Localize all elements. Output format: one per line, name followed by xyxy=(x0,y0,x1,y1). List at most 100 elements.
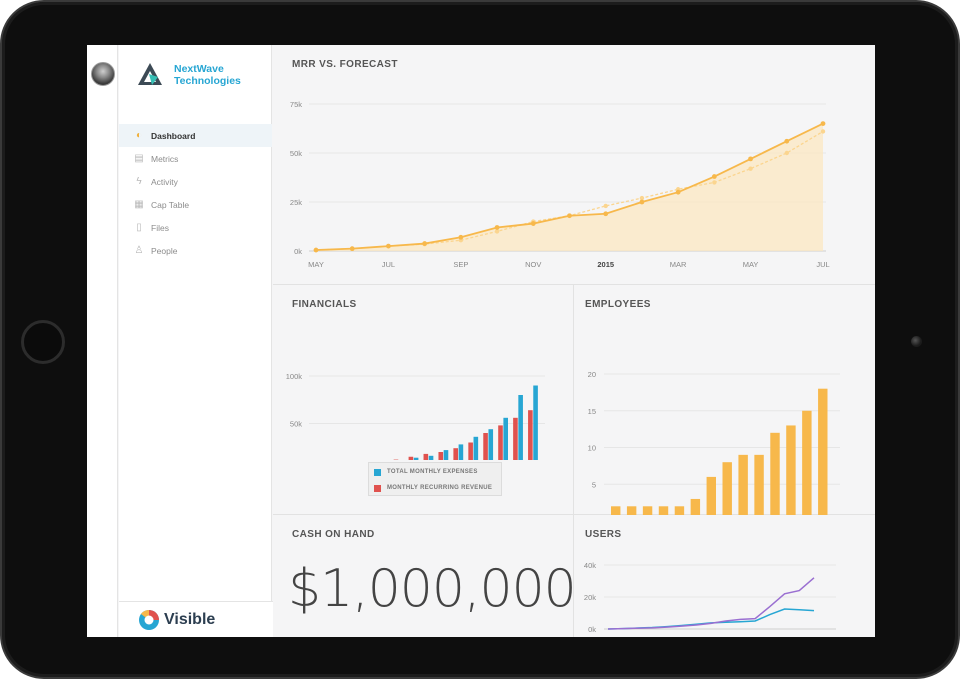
panel-title: CASH ON HAND xyxy=(292,529,375,540)
revenue-bar xyxy=(483,433,488,460)
actual-point xyxy=(820,121,826,126)
expense-bar xyxy=(533,385,538,460)
expense-bar xyxy=(473,436,479,460)
y-tick-label: 40k xyxy=(584,561,596,570)
revenue-bar xyxy=(468,442,473,460)
y-tick-label: 0k xyxy=(294,247,302,256)
expense-bar xyxy=(443,450,449,460)
actual-point xyxy=(748,156,753,162)
employee-bar xyxy=(658,506,669,515)
y-tick-label: 75k xyxy=(290,100,302,109)
x-tick-label: MAY xyxy=(308,260,324,269)
employees-panel: EMPLOYEES 05101520JUNSEP2015MAY xyxy=(574,285,875,515)
avatar[interactable] xyxy=(91,62,115,86)
forecast-point xyxy=(820,129,826,134)
y-tick-label: 100k xyxy=(286,372,303,381)
sidebar-item-label: Activity xyxy=(151,176,178,187)
expense-bar xyxy=(428,455,434,460)
expense-bar xyxy=(458,444,464,460)
company-logo-icon xyxy=(138,63,162,85)
sidebar-item-label: People xyxy=(151,245,178,256)
employee-bar xyxy=(754,454,764,515)
users-series-b-line xyxy=(607,608,815,630)
dashboard-icon: ◐ xyxy=(135,130,143,141)
file-icon: ▯ xyxy=(136,222,142,233)
actual-point xyxy=(386,243,391,249)
x-tick-label: MAR xyxy=(670,260,687,269)
x-tick-label: NOV xyxy=(525,260,541,269)
user-rail xyxy=(87,45,118,637)
tablet-frame: NextWave Technologies ◐ Dashboard ▤ Metr… xyxy=(0,0,960,679)
cash-panel: CASH ON HAND $1,000,000. xyxy=(273,515,592,637)
actual-point xyxy=(458,234,464,240)
forecast-point xyxy=(784,150,789,156)
brand-name: Visible xyxy=(164,610,216,628)
actual-point xyxy=(784,138,790,144)
table-icon: ▦ xyxy=(134,199,144,210)
employee-bar xyxy=(738,454,748,515)
actual-point xyxy=(349,246,355,252)
users-series-a-line xyxy=(607,577,815,630)
actual-point xyxy=(711,174,717,179)
employees-chart: 05101520JUNSEP2015MAY xyxy=(588,370,840,515)
financials-legend: TOTAL MONTHLY EXPENSES MONTHLY RECURRING… xyxy=(368,462,502,496)
forecast-point xyxy=(748,166,753,171)
sidebar-nav: ◐ Dashboard ▤ Metrics ϟ Activity ▦ Cap T… xyxy=(119,124,272,262)
revenue-bar xyxy=(408,456,414,460)
legend-swatch xyxy=(374,484,381,492)
revenue-bar xyxy=(438,452,444,460)
financials-panel: FINANCIALS 0k50k100kMAYSEP2015MAY TOTAL … xyxy=(273,285,573,515)
mrr-panel: MRR VS. FORECAST 0k 25k 50k 75k MAY JUL SEP NOV… xyxy=(273,45,875,285)
users-chart: 0k 20k 40k xyxy=(584,561,836,634)
revenue-bar xyxy=(423,453,429,460)
employee-bar xyxy=(706,476,716,515)
x-tick-label: 2015 xyxy=(597,260,614,269)
mrr-chart: 0k 25k 50k 75k MAY JUL SEP NOV 2015 MAR MAY JUL xyxy=(290,100,830,269)
revenue-bar xyxy=(528,410,533,460)
sidebar-item-label: Dashboard xyxy=(151,130,196,141)
people-icon: ♙ xyxy=(134,245,144,256)
camera-icon xyxy=(911,336,922,347)
expense-bar xyxy=(488,429,494,460)
legend-label: MONTHLY RECURRING REVENUE xyxy=(387,485,493,491)
actual-point xyxy=(567,213,572,219)
x-tick-label: SEP xyxy=(453,260,468,269)
expense-bar xyxy=(518,395,523,460)
y-tick-label: 10 xyxy=(588,444,596,453)
visible-logo-icon xyxy=(139,609,159,630)
y-tick-label: 25k xyxy=(290,198,302,207)
actual-point xyxy=(675,189,681,195)
lightning-icon: ϟ xyxy=(136,176,142,187)
actual-point xyxy=(313,247,319,253)
app-screen: NextWave Technologies ◐ Dashboard ▤ Metr… xyxy=(87,45,875,637)
actual-point xyxy=(603,211,609,217)
sidebar-item-dashboard[interactable]: ◐ Dashboard xyxy=(119,124,272,147)
employee-bar xyxy=(770,432,780,515)
expense-bar xyxy=(413,457,419,460)
employee-bar xyxy=(786,425,796,515)
sidebar-item-files[interactable]: ▯ Files xyxy=(119,216,272,239)
sidebar-item-label: Cap Table xyxy=(151,199,190,210)
sidebar-item-cap-table[interactable]: ▦ Cap Table xyxy=(119,193,272,216)
company-brand[interactable]: NextWave Technologies xyxy=(136,61,244,89)
clipboard-icon: ▤ xyxy=(134,153,144,164)
legend-swatch xyxy=(374,468,381,476)
expense-bar xyxy=(503,417,508,460)
y-tick-label: 15 xyxy=(588,407,596,416)
employee-bar xyxy=(690,498,701,515)
employee-bar xyxy=(802,410,812,515)
legend-item-revenue[interactable]: MONTHLY RECURRING REVENUE xyxy=(369,481,501,495)
y-tick-label: 20 xyxy=(588,370,596,379)
cash-value: $1,000,000. xyxy=(288,559,592,619)
home-button[interactable] xyxy=(21,320,65,364)
y-tick-label: 0k xyxy=(588,625,596,634)
sidebar-item-metrics[interactable]: ▤ Metrics xyxy=(119,147,272,170)
employee-bar xyxy=(818,388,828,515)
sidebar-item-activity[interactable]: ϟ Activity xyxy=(119,170,272,193)
y-tick-label: 20k xyxy=(584,593,596,602)
actual-point xyxy=(494,225,500,230)
actual-point xyxy=(530,221,536,226)
sidebar-item-people[interactable]: ♙ People xyxy=(119,239,272,262)
financials-chart: 0k50k100kMAYSEP2015MAY xyxy=(286,372,545,460)
legend-item-expenses[interactable]: TOTAL MONTHLY EXPENSES xyxy=(369,465,501,479)
